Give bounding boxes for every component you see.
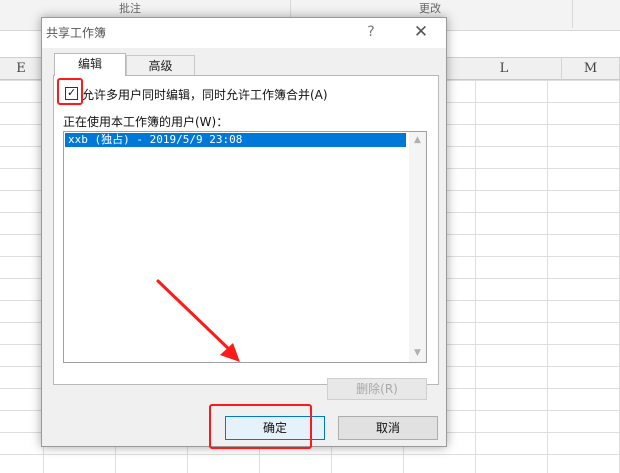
tab-edit[interactable]: 编辑 [54,53,126,76]
